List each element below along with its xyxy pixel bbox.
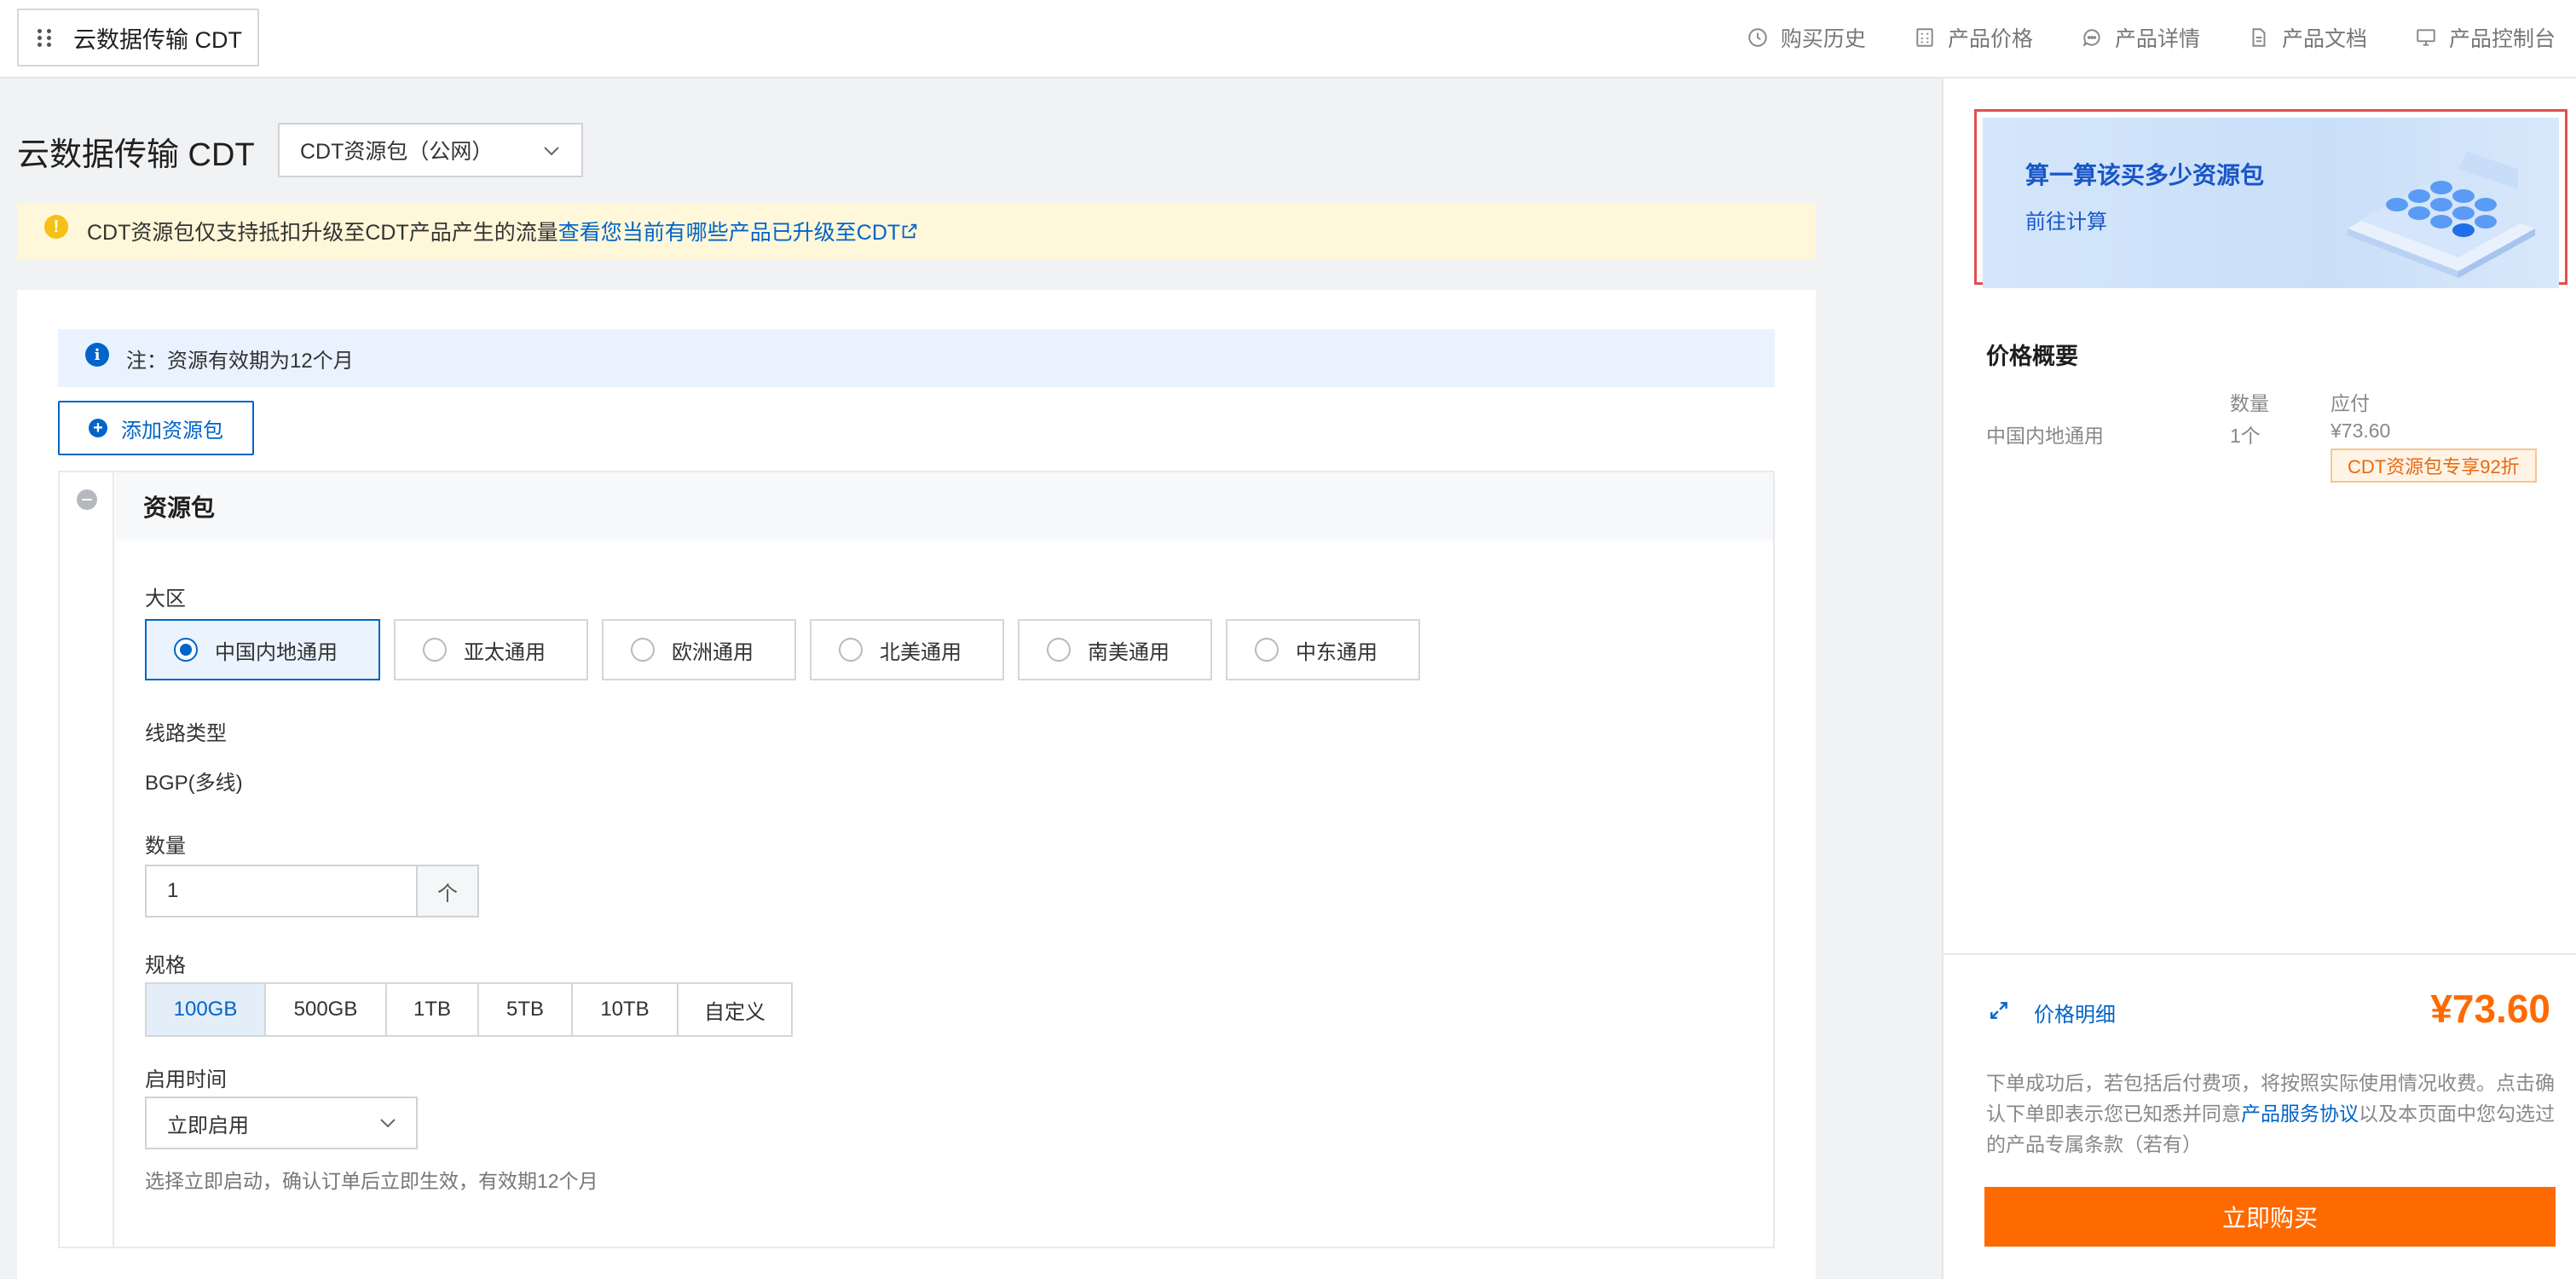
start-time-label: 启用时间 bbox=[145, 1068, 227, 1091]
region-label-text: 中东通用 bbox=[1296, 640, 1378, 664]
quantity-input[interactable] bbox=[145, 865, 416, 917]
info-text: 注：资源有效期为12个月 bbox=[126, 349, 354, 373]
radio-icon bbox=[423, 638, 447, 662]
summary-row-quantity: 1个 bbox=[2230, 425, 2261, 447]
top-link-label: 产品价格 bbox=[1947, 27, 2033, 51]
region-options: 中国内地通用 亚太通用 欧洲通用 北美通用 南美通用 中东通用 bbox=[145, 619, 1434, 680]
external-link-icon bbox=[902, 223, 917, 239]
top-link-purchase-history[interactable]: 购买历史 bbox=[1747, 22, 1866, 53]
region-option-south-america[interactable]: 南美通用 bbox=[1018, 619, 1212, 680]
product-name: 云数据传输 CDT bbox=[73, 26, 242, 53]
start-time-select[interactable]: 立即启用 bbox=[145, 1097, 418, 1149]
calculator-illustration-icon bbox=[2348, 152, 2535, 278]
add-package-label: 添加资源包 bbox=[121, 419, 223, 443]
product-switcher[interactable]: 云数据传输 CDT bbox=[17, 9, 259, 67]
region-label: 大区 bbox=[145, 587, 186, 611]
notice-bar: ! CDT资源包仅支持抵扣升级至CDT产品产生的流量 查看您当前有哪些产品已升级… bbox=[17, 203, 1816, 259]
discount-badge: CDT资源包专享92折 bbox=[2331, 449, 2537, 483]
warning-icon: ! bbox=[44, 215, 68, 239]
region-option-apac[interactable]: 亚太通用 bbox=[394, 619, 588, 680]
top-link-label: 产品文档 bbox=[2281, 27, 2367, 51]
start-time-hint: 选择立即启动，确认订单后立即生效，有效期12个月 bbox=[145, 1170, 598, 1192]
calculator-banner[interactable]: 算一算该买多少资源包 前往计算 bbox=[1983, 118, 2559, 288]
region-label-text: 亚太通用 bbox=[464, 640, 546, 664]
collapse-icon[interactable] bbox=[77, 489, 97, 510]
price-summary-panel: 算一算该买多少资源包 前往计算 价格概要 数量 应付 中国内地通用 1个 ¥73… bbox=[1942, 78, 2576, 1279]
quantity-field: 个 bbox=[145, 865, 479, 917]
top-link-label: 产品控制台 bbox=[2448, 27, 2556, 51]
radio-icon bbox=[1047, 638, 1071, 662]
spec-option-1tb[interactable]: 1TB bbox=[385, 982, 479, 1037]
buy-now-button[interactable]: 立即购买 bbox=[1984, 1187, 2556, 1247]
document-icon bbox=[2252, 28, 2266, 47]
top-link-product-price[interactable]: 产品价格 bbox=[1914, 22, 2033, 53]
radio-icon bbox=[1255, 638, 1279, 662]
chevron-down-icon bbox=[544, 147, 559, 156]
banner-link[interactable]: 前往计算 bbox=[2025, 205, 2107, 234]
monitor-icon bbox=[2417, 29, 2435, 46]
checkout-area: 价格明细 ¥73.60 下单成功后，若包括后付费项，将按照实际使用情况收费。点击… bbox=[1944, 953, 2576, 1279]
summary-row-name: 中国内地通用 bbox=[1986, 425, 2104, 447]
purchase-form-card: i 注：资源有效期为12个月 + 添加资源包 资源包 大区 中国内地通用 亚太通… bbox=[17, 290, 1816, 1279]
region-label-text: 北美通用 bbox=[880, 640, 962, 664]
top-link-label: 产品详情 bbox=[2114, 27, 2200, 51]
plus-icon: + bbox=[89, 419, 107, 437]
resource-type-select[interactable]: CDT资源包（公网） bbox=[278, 123, 583, 177]
region-option-middle-east[interactable]: 中东通用 bbox=[1226, 619, 1420, 680]
spec-option-5tb[interactable]: 5TB bbox=[477, 982, 573, 1037]
region-option-europe[interactable]: 欧洲通用 bbox=[602, 619, 796, 680]
spec-options: 100GB 500GB 1TB 5TB 10TB 自定义 bbox=[145, 982, 793, 1037]
terms-text: 下单成功后，若包括后付费项，将按照实际使用情况收费。点击确认下单即表示您已知悉并… bbox=[1986, 1068, 2557, 1160]
top-link-label: 购买历史 bbox=[1780, 27, 1866, 51]
grip-icon bbox=[38, 27, 55, 48]
line-type-label: 线路类型 bbox=[145, 722, 227, 745]
radio-icon bbox=[631, 638, 655, 662]
expand-icon[interactable] bbox=[1988, 999, 2010, 1021]
top-link-product-detail[interactable]: 产品详情 bbox=[2081, 22, 2200, 53]
notice-text: CDT资源包仅支持抵扣升级至CDT产品产生的流量 bbox=[87, 221, 558, 245]
page-title: 云数据传输 CDT bbox=[17, 137, 255, 173]
info-bar: i 注：资源有效期为12个月 bbox=[58, 329, 1775, 387]
line-type-value: BGP(多线) bbox=[145, 772, 243, 795]
notice-link-label: 查看您当前有哪些产品已升级至CDT bbox=[557, 221, 901, 245]
quantity-unit: 个 bbox=[416, 865, 479, 917]
resource-package-section: 资源包 大区 中国内地通用 亚太通用 欧洲通用 北美通用 南美通用 中东通用 线… bbox=[58, 471, 1775, 1248]
spec-option-custom[interactable]: 自定义 bbox=[677, 982, 793, 1037]
upgraded-products-link[interactable]: 查看您当前有哪些产品已升级至CDT bbox=[558, 216, 919, 246]
banner-title: 算一算该买多少资源包 bbox=[2025, 162, 2265, 188]
total-price: ¥73.60 bbox=[2430, 987, 2550, 1031]
clock-icon bbox=[1748, 28, 1767, 47]
spec-option-10tb[interactable]: 10TB bbox=[571, 982, 679, 1037]
start-time-value: 立即启用 bbox=[167, 1114, 249, 1137]
radio-icon bbox=[839, 638, 863, 662]
region-label-text: 南美通用 bbox=[1088, 640, 1170, 664]
radio-checked-icon bbox=[174, 638, 198, 662]
region-option-north-america[interactable]: 北美通用 bbox=[810, 619, 1004, 680]
price-detail-link[interactable]: 价格明细 bbox=[2034, 998, 2116, 1027]
top-bar: 云数据传输 CDT 购买历史 产品价格 产品详情 产品文档 产品控制台 bbox=[0, 0, 2576, 78]
add-package-button[interactable]: + 添加资源包 bbox=[58, 401, 254, 455]
info-icon: i bbox=[85, 343, 109, 367]
spec-label: 规格 bbox=[145, 954, 186, 977]
summary-col-quantity: 数量 bbox=[2230, 392, 2269, 414]
service-agreement-link[interactable]: 产品服务协议 bbox=[2241, 1102, 2359, 1125]
resource-type-value: CDT资源包（公网） bbox=[300, 140, 494, 164]
region-label-text: 中国内地通用 bbox=[215, 640, 338, 664]
region-label-text: 欧洲通用 bbox=[672, 640, 754, 664]
chat-icon bbox=[2082, 29, 2100, 47]
summary-row-price: ¥73.60 bbox=[2331, 420, 2391, 442]
calculator-icon bbox=[1916, 28, 1933, 47]
chevron-down-icon bbox=[380, 1119, 396, 1128]
top-link-console[interactable]: 产品控制台 bbox=[2415, 22, 2556, 53]
summary-title: 价格概要 bbox=[1986, 344, 2078, 369]
top-link-product-docs[interactable]: 产品文档 bbox=[2248, 22, 2367, 53]
quantity-label: 数量 bbox=[145, 835, 186, 858]
spec-option-500gb[interactable]: 500GB bbox=[264, 982, 387, 1037]
package-rail bbox=[60, 472, 114, 1247]
package-title: 资源包 bbox=[116, 472, 1773, 541]
region-option-mainland[interactable]: 中国内地通用 bbox=[145, 619, 380, 680]
top-links: 购买历史 产品价格 产品详情 产品文档 产品控制台 bbox=[1699, 0, 2556, 75]
spec-option-100gb[interactable]: 100GB bbox=[145, 982, 266, 1037]
summary-col-payable: 应付 bbox=[2331, 392, 2370, 414]
